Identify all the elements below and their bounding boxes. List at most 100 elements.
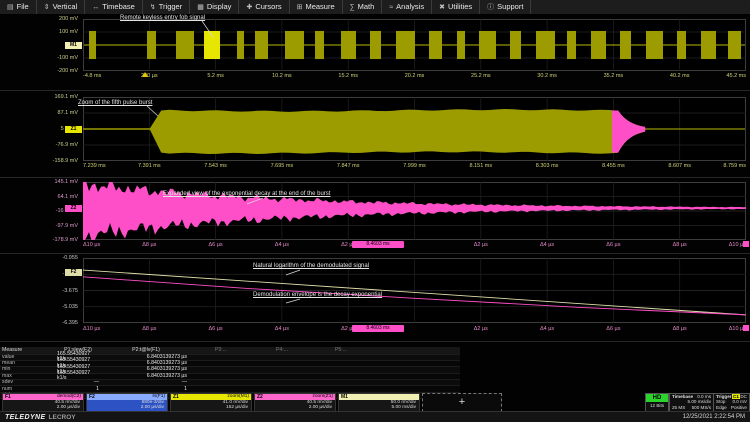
x-axis-label: -4.8 ms [83, 73, 101, 79]
panel-separator [0, 341, 750, 342]
x-axis-label: Δ8 µs [673, 326, 687, 332]
y-axis-label: -97.9 mV [0, 223, 78, 229]
add-trace-button[interactable]: + [422, 393, 502, 412]
trace-label-f2[interactable]: F2 [64, 268, 83, 277]
zoom-center-badge: 8.4603 ms [352, 325, 404, 332]
descriptor-z1[interactable]: Z1zoom(M1)41.0 mV/div152 µs/div [170, 393, 252, 412]
measure-col-header: P5:... [313, 347, 371, 354]
x-axis-label: Δ2 µs [474, 326, 488, 332]
measure-cell: — [103, 380, 191, 385]
measure-cell: 6.8403139273 µs [103, 374, 191, 379]
descriptor-hscale: 5.00 ms/div [339, 405, 419, 410]
measure-table: MeasureP1:slew(F2)P2:t@lv(F1)P3:...P4:..… [0, 347, 460, 399]
menu-item-label: Utilities [448, 3, 472, 11]
menu-item-label: Measure [305, 3, 334, 11]
x-axis-label: Δ8 µs [142, 326, 156, 332]
cursors-icon: ✚ [246, 4, 252, 11]
menu-item-utilities[interactable]: ✖Utilities [432, 0, 480, 14]
y-axis-label: -76.9 mV [0, 142, 78, 148]
menu-item-file[interactable]: ▤File [0, 0, 37, 14]
descriptor-hscale: 2.00 µs/div [3, 405, 83, 410]
x-axis-label: 40.2 ms [670, 73, 690, 79]
menu-item-label: Support [497, 3, 523, 11]
x-axis-label: Δ6 µs [209, 326, 223, 332]
trace-label-m1[interactable]: M1 [64, 41, 83, 50]
menu-item-measure[interactable]: ⊞Measure [290, 0, 343, 14]
menu-item-vertical[interactable]: ⇕Vertical [37, 0, 85, 14]
trace-label-z1[interactable]: Z1 [64, 125, 83, 134]
datetime-label: 12/25/2021 2:22:54 PM [683, 414, 745, 420]
annotation-fifth-burst: Zoom of the fifth pulse burst [78, 100, 152, 106]
descriptor-id: Z1 [173, 395, 179, 400]
zoom-edge-marker [743, 325, 749, 331]
measure-cell [191, 386, 253, 391]
menu-item-label: Cursors [255, 3, 281, 11]
x-axis-label: Δ8 µs [142, 242, 156, 248]
trigger-icon: ↯ [150, 4, 156, 11]
y-axis-label: 87.1 mV [0, 110, 78, 116]
x-axis-label: Δ4 µs [540, 326, 554, 332]
measure-cell [313, 367, 371, 372]
menu-item-timebase[interactable]: ↔Timebase [85, 0, 143, 14]
measure-cell [313, 386, 371, 391]
zoom-center-badge: 8.4603 ms [352, 241, 404, 248]
descriptor-m1[interactable]: M150.0 mV/div5.00 ms/div [338, 393, 420, 412]
menu-item-trigger[interactable]: ↯Trigger [143, 0, 190, 14]
math-icon: ∑ [350, 4, 355, 11]
measure-cell: 6.8403139273 µs [103, 367, 191, 372]
menu-item-cursors[interactable]: ✚Cursors [239, 0, 289, 14]
brand-lecroy: LECROY [49, 414, 76, 421]
menu-item-label: Analysis [396, 3, 424, 11]
y-axis-label: 100 mV [0, 29, 78, 35]
zoom-edge-marker [743, 241, 749, 247]
menu-item-support[interactable]: ⓘSupport [480, 0, 531, 14]
descriptor-hscale: 152 µs/div [171, 405, 251, 410]
measure-cell [191, 361, 253, 366]
x-axis-label: Δ2 µs [474, 242, 488, 248]
x-axis-label: 7.391 ms [138, 163, 161, 169]
trigger-descriptor[interactable]: Trigger C1 DC Stop 0.0 mV Edge Positive [713, 393, 750, 412]
waveform-panel-m1 [83, 19, 746, 71]
measure-cell [253, 367, 313, 372]
menu-item-label: Trigger [159, 3, 182, 11]
trace-label-z2[interactable]: Z2 [64, 204, 83, 213]
x-axis-label: Δ4 µs [275, 242, 289, 248]
x-axis-label: Δ4 µs [275, 326, 289, 332]
y-axis-label: 200 mV [0, 16, 78, 22]
panel-separator [0, 253, 750, 254]
status-bar: TELEDYNE LECROY 12/25/2021 2:22:54 PM [0, 411, 750, 422]
x-axis-label: 8.607 ms [668, 163, 691, 169]
menu-item-label: Math [358, 3, 375, 11]
measure-col-header: P2:t@lv(F1) [103, 347, 191, 354]
oscilloscope-app: ▤File⇕Vertical↔Timebase↯Trigger▦Display✚… [0, 0, 750, 422]
y-axis-label: -100 mV [0, 55, 78, 61]
descriptor-function: zoom(Z1) [312, 395, 333, 400]
menu-bar: ▤File⇕Vertical↔Timebase↯Trigger▦Display✚… [0, 0, 750, 15]
x-axis-label: 7.239 ms [83, 163, 106, 169]
vertical-icon: ⇕ [44, 4, 50, 11]
annotation-natural-log: Natural logarithm of the demodulated sig… [253, 263, 369, 269]
descriptor-function: demod(C2) [57, 395, 81, 400]
timebase-descriptor[interactable]: Timebase 0.0 ms 5.00 ms/div 25 MS 500 MS… [669, 393, 714, 412]
x-axis-label: 8.455 ms [602, 163, 625, 169]
menu-item-display[interactable]: ▦Display [190, 0, 239, 14]
x-axis-label: 35.2 ms [604, 73, 624, 79]
x-axis-label: 7.999 ms [403, 163, 426, 169]
measure-cell [191, 367, 253, 372]
trigger-time-marker[interactable] [142, 72, 148, 77]
x-axis-label: Δ10 µs [83, 326, 100, 332]
menu-item-analysis[interactable]: ≈Analysis [382, 0, 432, 14]
brand-teledyne: TELEDYNE [5, 414, 46, 421]
measure-cell [313, 374, 371, 379]
descriptor-f1[interactable]: F1demod(C2)40.5 mV/div2.00 µs/div [2, 393, 84, 412]
menu-item-math[interactable]: ∑Math [343, 0, 383, 14]
annotation-fob-signal: Remote keyless entry fob signal [120, 15, 205, 21]
annotation-exp-decay: Expanded view of the exponential decay a… [163, 191, 330, 197]
y-axis-label: -158.9 mV [0, 158, 78, 164]
measure-cell [191, 374, 253, 379]
x-axis-label: Δ10 µs [83, 242, 100, 248]
descriptor-f2[interactable]: F2ln(F1)680e-3/div2.00 µs/div [86, 393, 168, 412]
x-axis-label: 7.695 ms [271, 163, 294, 169]
descriptor-z2[interactable]: Z2zoom(Z1)40.5 mV/div2.00 µs/div [254, 393, 336, 412]
descriptor-function: ln(F1) [152, 395, 165, 400]
